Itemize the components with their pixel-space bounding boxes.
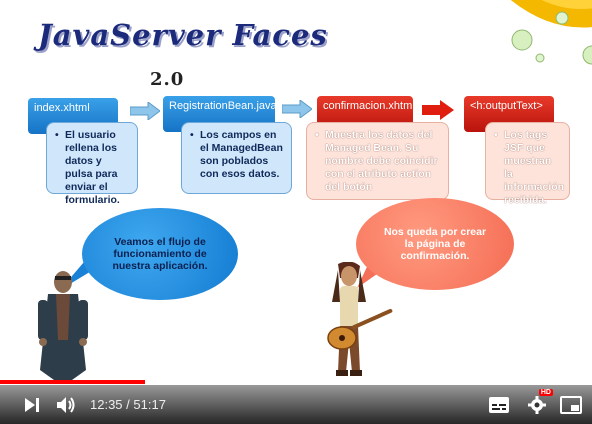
- video-player[interactable]: JavaServer Faces 2.0 index.xhtml • El us…: [0, 0, 592, 424]
- mute-button[interactable]: [54, 393, 78, 417]
- bullet: •: [315, 129, 319, 141]
- settings-icon: [528, 396, 546, 414]
- step-4-body: • Los tags JSF que muestran la informaci…: [485, 122, 570, 206]
- step-2-text: Los campos en el ManagedBean son poblado…: [200, 129, 283, 180]
- bullet: •: [190, 129, 194, 141]
- duration: 51:17: [133, 397, 166, 412]
- hd-badge: HD: [538, 389, 553, 396]
- time-display: 12:35 / 51:17: [90, 397, 166, 412]
- arrow-right-icon: [282, 100, 312, 118]
- next-icon: [25, 398, 39, 412]
- speech-bubble-left: Veamos el flujo de funcionamiento de nue…: [82, 208, 238, 300]
- bullet: •: [494, 129, 498, 141]
- progress-bar[interactable]: [0, 380, 592, 384]
- subtitles-button[interactable]: [487, 393, 511, 417]
- arrow-right-icon: [422, 100, 454, 120]
- step-4-text: Los tags JSF que muestran la información…: [504, 129, 565, 206]
- character-guitar-figure: [327, 262, 393, 376]
- miniplayer-button[interactable]: [559, 393, 583, 417]
- volume-icon: [57, 397, 75, 413]
- video-frame[interactable]: JavaServer Faces 2.0 index.xhtml • El us…: [0, 0, 592, 385]
- step-2-body: • Los campos en el ManagedBean son pobla…: [181, 122, 292, 194]
- next-button[interactable]: [20, 393, 44, 417]
- miniplayer-icon: [560, 396, 582, 414]
- subtitles-icon: [489, 397, 509, 413]
- step-3-text: Muestra los datos del Managed Bean. Su n…: [325, 129, 438, 193]
- step-1-body: • El usuario rellena los datos y pulsa p…: [46, 122, 138, 206]
- current-time: 12:35: [90, 397, 123, 412]
- step-3-body: • Muestra los datos del Managed Bean. Su…: [306, 122, 449, 200]
- player-controls: 12:35 / 51:17 HD: [0, 385, 592, 424]
- character-coat-figure: [38, 271, 88, 380]
- time-separator: /: [126, 397, 130, 412]
- progress-played: [0, 380, 146, 384]
- settings-button[interactable]: HD: [525, 389, 553, 417]
- step-1-text: El usuario rellena los datos y pulsa par…: [65, 129, 120, 206]
- bullet: •: [55, 129, 59, 141]
- decorative-swirl: [510, 0, 592, 65]
- arrow-right-icon: [130, 102, 160, 120]
- slide-version: 2.0: [150, 69, 185, 90]
- slide-title: JavaServer Faces: [38, 18, 328, 52]
